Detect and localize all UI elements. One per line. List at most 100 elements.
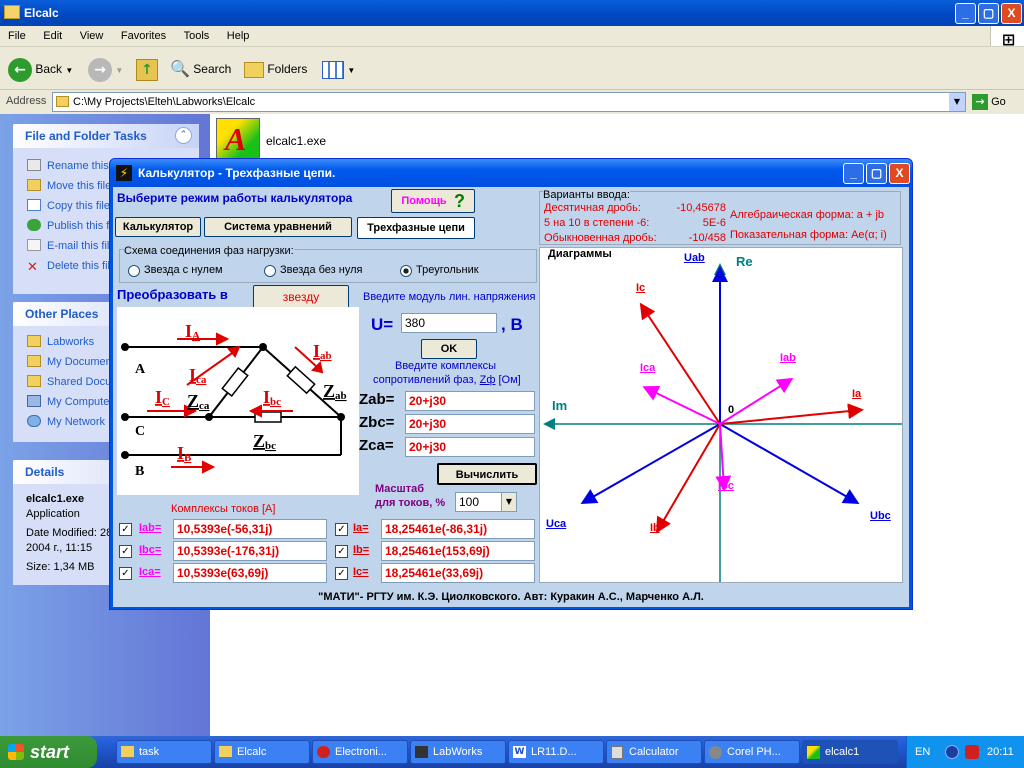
convert-button[interactable]: звезду: [253, 285, 349, 309]
minimize-button[interactable]: _: [955, 3, 976, 24]
email-icon: [27, 239, 41, 251]
calculate-button[interactable]: Вычислить: [437, 463, 537, 485]
language-indicator[interactable]: EN: [915, 736, 930, 768]
forward-button[interactable]: → ▼: [88, 56, 123, 82]
delete-icon: ✕: [27, 260, 38, 275]
ica-value: 10,5393e(63,69j): [173, 563, 327, 583]
tab-three-phase[interactable]: Трехфазные цепи: [357, 217, 475, 239]
taskbar-item-calculator[interactable]: Calculator: [606, 740, 702, 764]
taskbar-item-elcalc-folder[interactable]: Elcalc: [214, 740, 310, 764]
zbc-input-label: Zbc=: [359, 414, 395, 431]
taskbar-item-task[interactable]: task: [116, 740, 212, 764]
tray-app-icon[interactable]: [965, 745, 979, 759]
menu-help[interactable]: Help: [219, 26, 256, 42]
radio-label: Звезда с нулем: [144, 264, 223, 276]
corel-icon: [709, 746, 722, 759]
go-button[interactable]: → Go: [972, 92, 1006, 112]
chevron-down-icon[interactable]: ▼: [501, 493, 516, 511]
voltage-input[interactable]: 380: [401, 313, 497, 333]
collapse-icon[interactable]: ⌃: [175, 127, 192, 144]
file-name[interactable]: elcalc1.exe: [266, 134, 326, 148]
panel-title: Other Places: [25, 307, 99, 321]
maximize-button[interactable]: ▢: [978, 3, 999, 24]
ok-button[interactable]: OK: [421, 339, 477, 359]
ia-checkbox[interactable]: ✓: [335, 523, 348, 536]
node-c-label: C: [135, 424, 145, 439]
close-button[interactable]: X: [889, 163, 910, 184]
node-b-label: B: [135, 464, 144, 479]
dropdown-arrow-icon: ▼: [347, 66, 356, 75]
radio-label: Треугольник: [416, 264, 479, 276]
folders-icon: [244, 61, 264, 78]
folders-button[interactable]: Folders: [244, 56, 307, 82]
zca-input[interactable]: 20+j30: [405, 437, 535, 457]
close-button[interactable]: X: [1001, 3, 1022, 24]
impedance-prompt-text: сопротивлений фаз,: [373, 374, 477, 386]
bluetooth-icon[interactable]: [945, 745, 959, 759]
menu-edit[interactable]: Edit: [35, 26, 68, 42]
u-label: U=: [371, 315, 394, 334]
ia-current-label: Ia=: [353, 522, 369, 534]
network-icon: [27, 415, 41, 427]
menu-bar: File Edit View Favorites Tools Help ⊞: [0, 26, 1024, 49]
scale-select[interactable]: 100 ▼: [455, 492, 517, 512]
menu-view[interactable]: View: [72, 26, 110, 42]
taskbar-item-labworks[interactable]: LabWorks: [410, 740, 506, 764]
search-button[interactable]: 🔍 Search: [170, 56, 231, 82]
radio-star-neutral[interactable]: [128, 265, 140, 277]
clock[interactable]: 20:11: [987, 736, 1014, 768]
taskbar-item-elcalc1[interactable]: elcalc1: [802, 740, 898, 764]
taskbar-label: Corel PH...: [727, 746, 781, 758]
input-variants-title: Варианты ввода:: [543, 189, 630, 201]
calculator-title-bar: ⚡ Калькулятор - Трехфазные цепи. _ ▢ X: [110, 159, 912, 187]
menu-favorites[interactable]: Favorites: [113, 26, 172, 42]
minimize-button[interactable]: _: [843, 163, 864, 184]
views-button[interactable]: ▼: [322, 56, 355, 82]
ica-checkbox[interactable]: ✓: [119, 567, 132, 580]
radio-triangle[interactable]: [400, 265, 412, 277]
address-input[interactable]: C:\My Projects\Elteh\Labworks\Elcalc ▼: [52, 92, 966, 112]
taskbar-item-electronics[interactable]: Electroni...: [312, 740, 408, 764]
folder-icon: [56, 96, 69, 107]
chevron-down-icon[interactable]: ▼: [949, 93, 965, 111]
ibc-diagram-label: Ibc: [718, 480, 734, 492]
impedance-prompt: Введите комплексы: [395, 360, 497, 372]
taskbar-item-corel[interactable]: Corel PH...: [704, 740, 800, 764]
footer-credits: "МАТИ"- РГТУ им. К.Э. Циолковского. Авт:…: [318, 591, 704, 603]
menu-file[interactable]: File: [0, 26, 32, 42]
panel-title: File and Folder Tasks: [25, 129, 147, 143]
address-value: C:\My Projects\Elteh\Labworks\Elcalc: [73, 96, 256, 108]
start-label: start: [30, 742, 70, 762]
input-variants-box: Варианты ввода: Десятичная дробь: -10,45…: [539, 189, 901, 245]
iab-checkbox[interactable]: ✓: [119, 523, 132, 536]
panel-header[interactable]: File and Folder Tasks ⌃: [13, 124, 199, 148]
up-folder-button[interactable]: ↑: [136, 56, 158, 82]
ia-label: IA: [185, 321, 200, 342]
ic-checkbox[interactable]: ✓: [335, 567, 348, 580]
zab-label: Zab: [323, 381, 347, 402]
folder-icon: [27, 355, 41, 367]
tab-equations[interactable]: Система уравнений: [204, 217, 352, 237]
node-a-label: A: [135, 362, 146, 377]
back-button[interactable]: ← Back ▼: [8, 56, 73, 82]
address-label: Address: [6, 95, 47, 107]
ibc-label: Ibc: [263, 387, 281, 408]
folder-icon: [4, 5, 20, 19]
zab-input[interactable]: 20+j30: [405, 391, 535, 411]
ibc-checkbox[interactable]: ✓: [119, 545, 132, 558]
taskbar-item-word[interactable]: W LR11.D...: [508, 740, 604, 764]
zbc-label: Zbc: [253, 431, 276, 452]
zbc-input[interactable]: 20+j30: [405, 414, 535, 434]
mode-prompt: Выберите режим работы калькулятора: [117, 191, 353, 205]
help-button[interactable]: Помощь ?: [391, 189, 475, 213]
radio-star-no-neutral[interactable]: [264, 265, 276, 277]
start-button[interactable]: start: [0, 736, 97, 768]
maximize-button[interactable]: ▢: [866, 163, 887, 184]
ib-checkbox[interactable]: ✓: [335, 545, 348, 558]
folder-icon: [219, 746, 232, 757]
elcalc-app-icon[interactable]: A: [216, 118, 260, 162]
search-label: Search: [193, 62, 232, 76]
menu-tools[interactable]: Tools: [176, 26, 216, 42]
calculator-body: Выберите режим работы калькулятора Помощ…: [113, 187, 909, 607]
tab-calculator[interactable]: Калькулятор: [115, 217, 201, 237]
